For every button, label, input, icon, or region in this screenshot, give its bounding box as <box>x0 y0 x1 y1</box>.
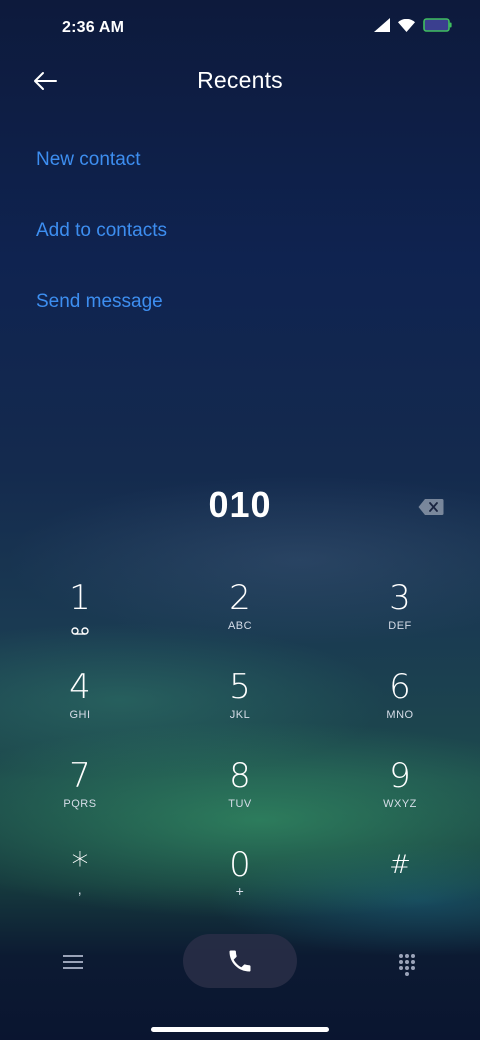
key-letters: WXYZ <box>383 798 417 810</box>
home-indicator[interactable] <box>151 1027 329 1032</box>
key-4[interactable]: 4 GHI <box>10 663 150 743</box>
key-9[interactable]: 9 WXYZ <box>330 752 470 832</box>
key-1[interactable]: 1 <box>10 574 150 654</box>
backspace-button[interactable] <box>418 498 444 516</box>
key-digit: 9 <box>389 756 411 796</box>
key-letters: JKL <box>229 709 251 721</box>
dialpad-button[interactable] <box>394 952 420 978</box>
key-letters: , <box>77 881 83 897</box>
signal-icon <box>374 18 390 32</box>
key-letters: MNO <box>386 709 414 721</box>
key-digit: 5 <box>229 667 251 707</box>
key-letters: PQRS <box>63 798 97 810</box>
dialed-number-row: 010 <box>0 484 480 534</box>
key-hash[interactable]: # <box>330 841 470 921</box>
voicemail-icon <box>71 627 89 635</box>
backspace-icon <box>418 499 444 515</box>
dialed-number: 010 <box>208 484 272 525</box>
battery-icon <box>423 18 452 32</box>
key-7[interactable]: 7 PQRS <box>10 752 150 832</box>
key-digit: # <box>389 850 411 880</box>
key-digit: 1 <box>69 578 91 618</box>
key-digit: 8 <box>229 756 251 796</box>
key-letters: DEF <box>388 620 412 632</box>
wifi-icon <box>398 18 415 32</box>
key-3[interactable]: 3 DEF <box>330 574 470 654</box>
page-title: Recents <box>197 67 283 93</box>
menu-button[interactable] <box>60 952 86 974</box>
key-digit: 2 <box>229 578 251 618</box>
key-2[interactable]: 2 ABC <box>170 574 310 654</box>
call-button[interactable] <box>183 934 297 988</box>
key-letters: TUV <box>228 798 252 810</box>
menu-icon <box>63 955 83 969</box>
key-0[interactable]: 0 + <box>170 841 310 921</box>
new-contact-link[interactable]: New contact <box>36 140 167 211</box>
key-6[interactable]: 6 MNO <box>330 663 470 743</box>
key-digit: 0 <box>229 845 251 885</box>
key-8[interactable]: 8 TUV <box>170 752 310 832</box>
key-star[interactable]: * , <box>10 841 150 921</box>
key-digit: 4 <box>69 667 91 707</box>
key-letters: ABC <box>227 620 253 632</box>
key-digit: 7 <box>69 756 91 796</box>
key-digit: 3 <box>389 578 411 618</box>
status-time: 2:36 AM <box>62 19 125 36</box>
bottom-nav <box>0 934 480 990</box>
action-list: New contact Add to contacts Send message <box>36 140 167 353</box>
phone-icon <box>229 950 251 972</box>
app-header: Recents <box>0 56 480 106</box>
add-to-contacts-link[interactable]: Add to contacts <box>36 211 167 282</box>
status-icons <box>374 18 452 32</box>
key-letters: + <box>235 883 245 899</box>
key-5[interactable]: 5 JKL <box>170 663 310 743</box>
dialpad-icon <box>399 954 415 976</box>
send-message-link[interactable]: Send message <box>36 282 167 353</box>
key-digit: 6 <box>389 667 411 707</box>
status-bar: 2:36 AM <box>0 0 480 56</box>
key-letters: GHI <box>69 709 91 721</box>
